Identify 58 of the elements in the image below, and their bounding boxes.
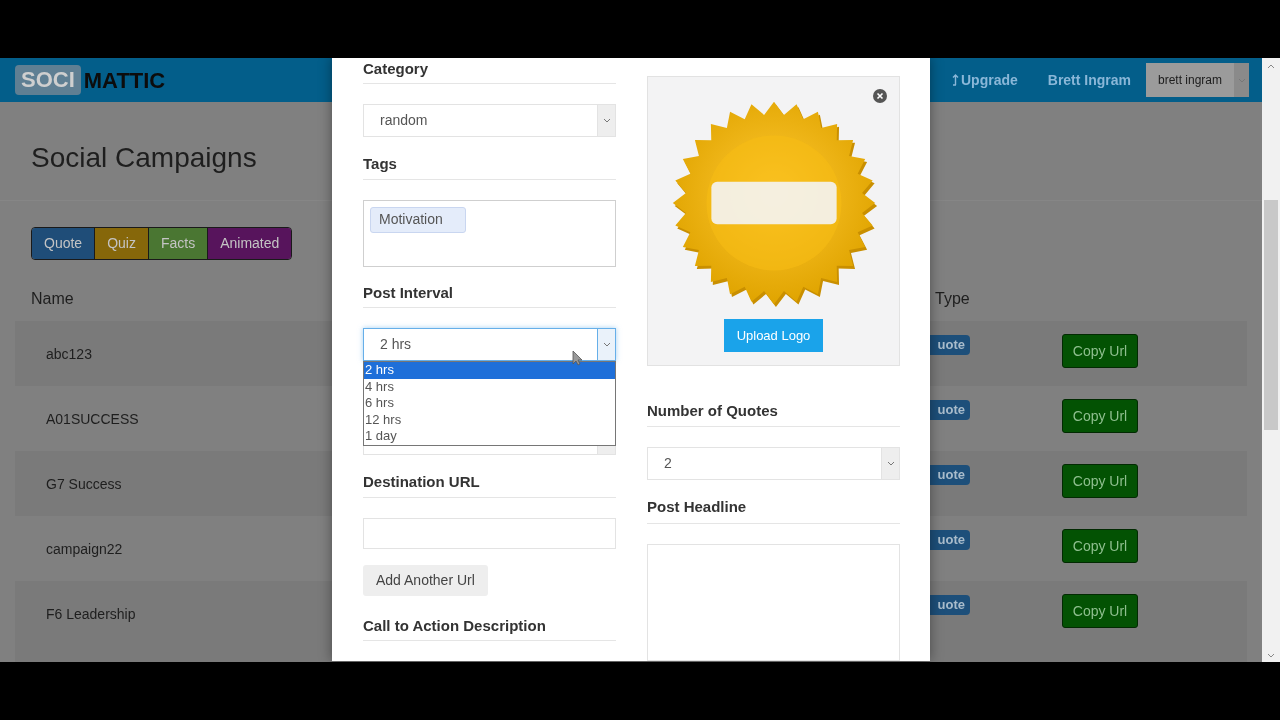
type-badge: uote xyxy=(930,465,970,485)
logo-text[interactable]: MATTIC xyxy=(83,63,166,97)
chevron-down-icon xyxy=(602,342,611,348)
field-label: Post Headline xyxy=(647,498,747,516)
type-filter-button[interactable]: Quiz xyxy=(95,228,149,259)
copy-url-button[interactable]: Copy Url xyxy=(1062,334,1138,368)
select-field[interactable]: 2 hrs xyxy=(363,328,616,362)
scroll-up-icon[interactable] xyxy=(1267,64,1275,69)
copy-url-button[interactable]: Copy Url xyxy=(1062,399,1138,433)
dropdown-option[interactable]: 4 hrs xyxy=(364,378,615,396)
headline-textarea[interactable] xyxy=(647,543,900,661)
type-badge: uote xyxy=(930,335,970,355)
select-field[interactable]: random xyxy=(363,104,616,138)
dropdown-option[interactable]: 12 hrs xyxy=(364,411,615,429)
field-label: Category xyxy=(363,60,429,77)
column-header: Type xyxy=(935,289,970,309)
table-cell: G7 Success xyxy=(46,476,122,492)
column-header: Name xyxy=(31,290,74,307)
select-field[interactable]: 2 xyxy=(647,447,900,481)
table-cell: F6 Leadership xyxy=(46,606,136,622)
table-cell: campaign22 xyxy=(46,541,123,557)
field-label: Post Interval xyxy=(363,284,454,302)
tags-field[interactable]: Motivation xyxy=(363,199,616,268)
page-title: Social Campaigns xyxy=(31,142,257,174)
upload-arrow-icon xyxy=(951,74,959,86)
field-label: Tags xyxy=(363,155,397,173)
scrollbar-thumb[interactable] xyxy=(1264,200,1278,430)
type-badge: uote xyxy=(930,530,970,550)
copy-url-button[interactable]: Copy Url xyxy=(1062,529,1138,563)
chevron-down-icon xyxy=(602,118,611,124)
type-filter-button[interactable]: Animated xyxy=(208,228,292,259)
type-badge: uote xyxy=(930,400,970,420)
field-label: Call to Action Description xyxy=(363,616,546,634)
scroll-down-icon[interactable] xyxy=(1267,653,1275,658)
url-input[interactable] xyxy=(363,517,616,549)
type-badge: uote xyxy=(930,595,970,615)
scrollbar[interactable] xyxy=(1262,58,1280,662)
dropdown-option[interactable]: 6 hrs xyxy=(364,395,615,412)
user-select[interactable]: brett ingram xyxy=(1146,63,1249,97)
field-label: Number of Quotes xyxy=(647,401,778,419)
upload-logo-button[interactable]: Upload Logo xyxy=(724,319,823,352)
add-url-button[interactable]: Add Another Url xyxy=(363,564,488,596)
type-filter-button[interactable]: Quote xyxy=(32,228,96,259)
table-cell: abc123 xyxy=(46,346,92,362)
chevron-down-icon xyxy=(886,461,895,467)
close-icon[interactable] xyxy=(873,89,887,103)
tag-chip: Motivation xyxy=(370,206,466,233)
cursor-icon xyxy=(572,350,583,367)
logo-badge[interactable]: SOCI xyxy=(15,65,81,95)
table-cell: A01SUCCESS xyxy=(46,411,139,427)
type-filter-button[interactable]: Facts xyxy=(148,228,209,259)
copy-url-button[interactable]: Copy Url xyxy=(1062,594,1138,628)
copy-url-button[interactable]: Copy Url xyxy=(1062,464,1138,498)
dropdown-option[interactable]: 2 hrs xyxy=(364,362,615,379)
upgrade-link[interactable]: Upgrade xyxy=(951,69,1018,91)
dropdown-option[interactable]: 1 day xyxy=(364,428,615,445)
user-link[interactable]: Brett Ingram xyxy=(1047,69,1131,91)
field-label: Destination URL xyxy=(363,473,480,491)
